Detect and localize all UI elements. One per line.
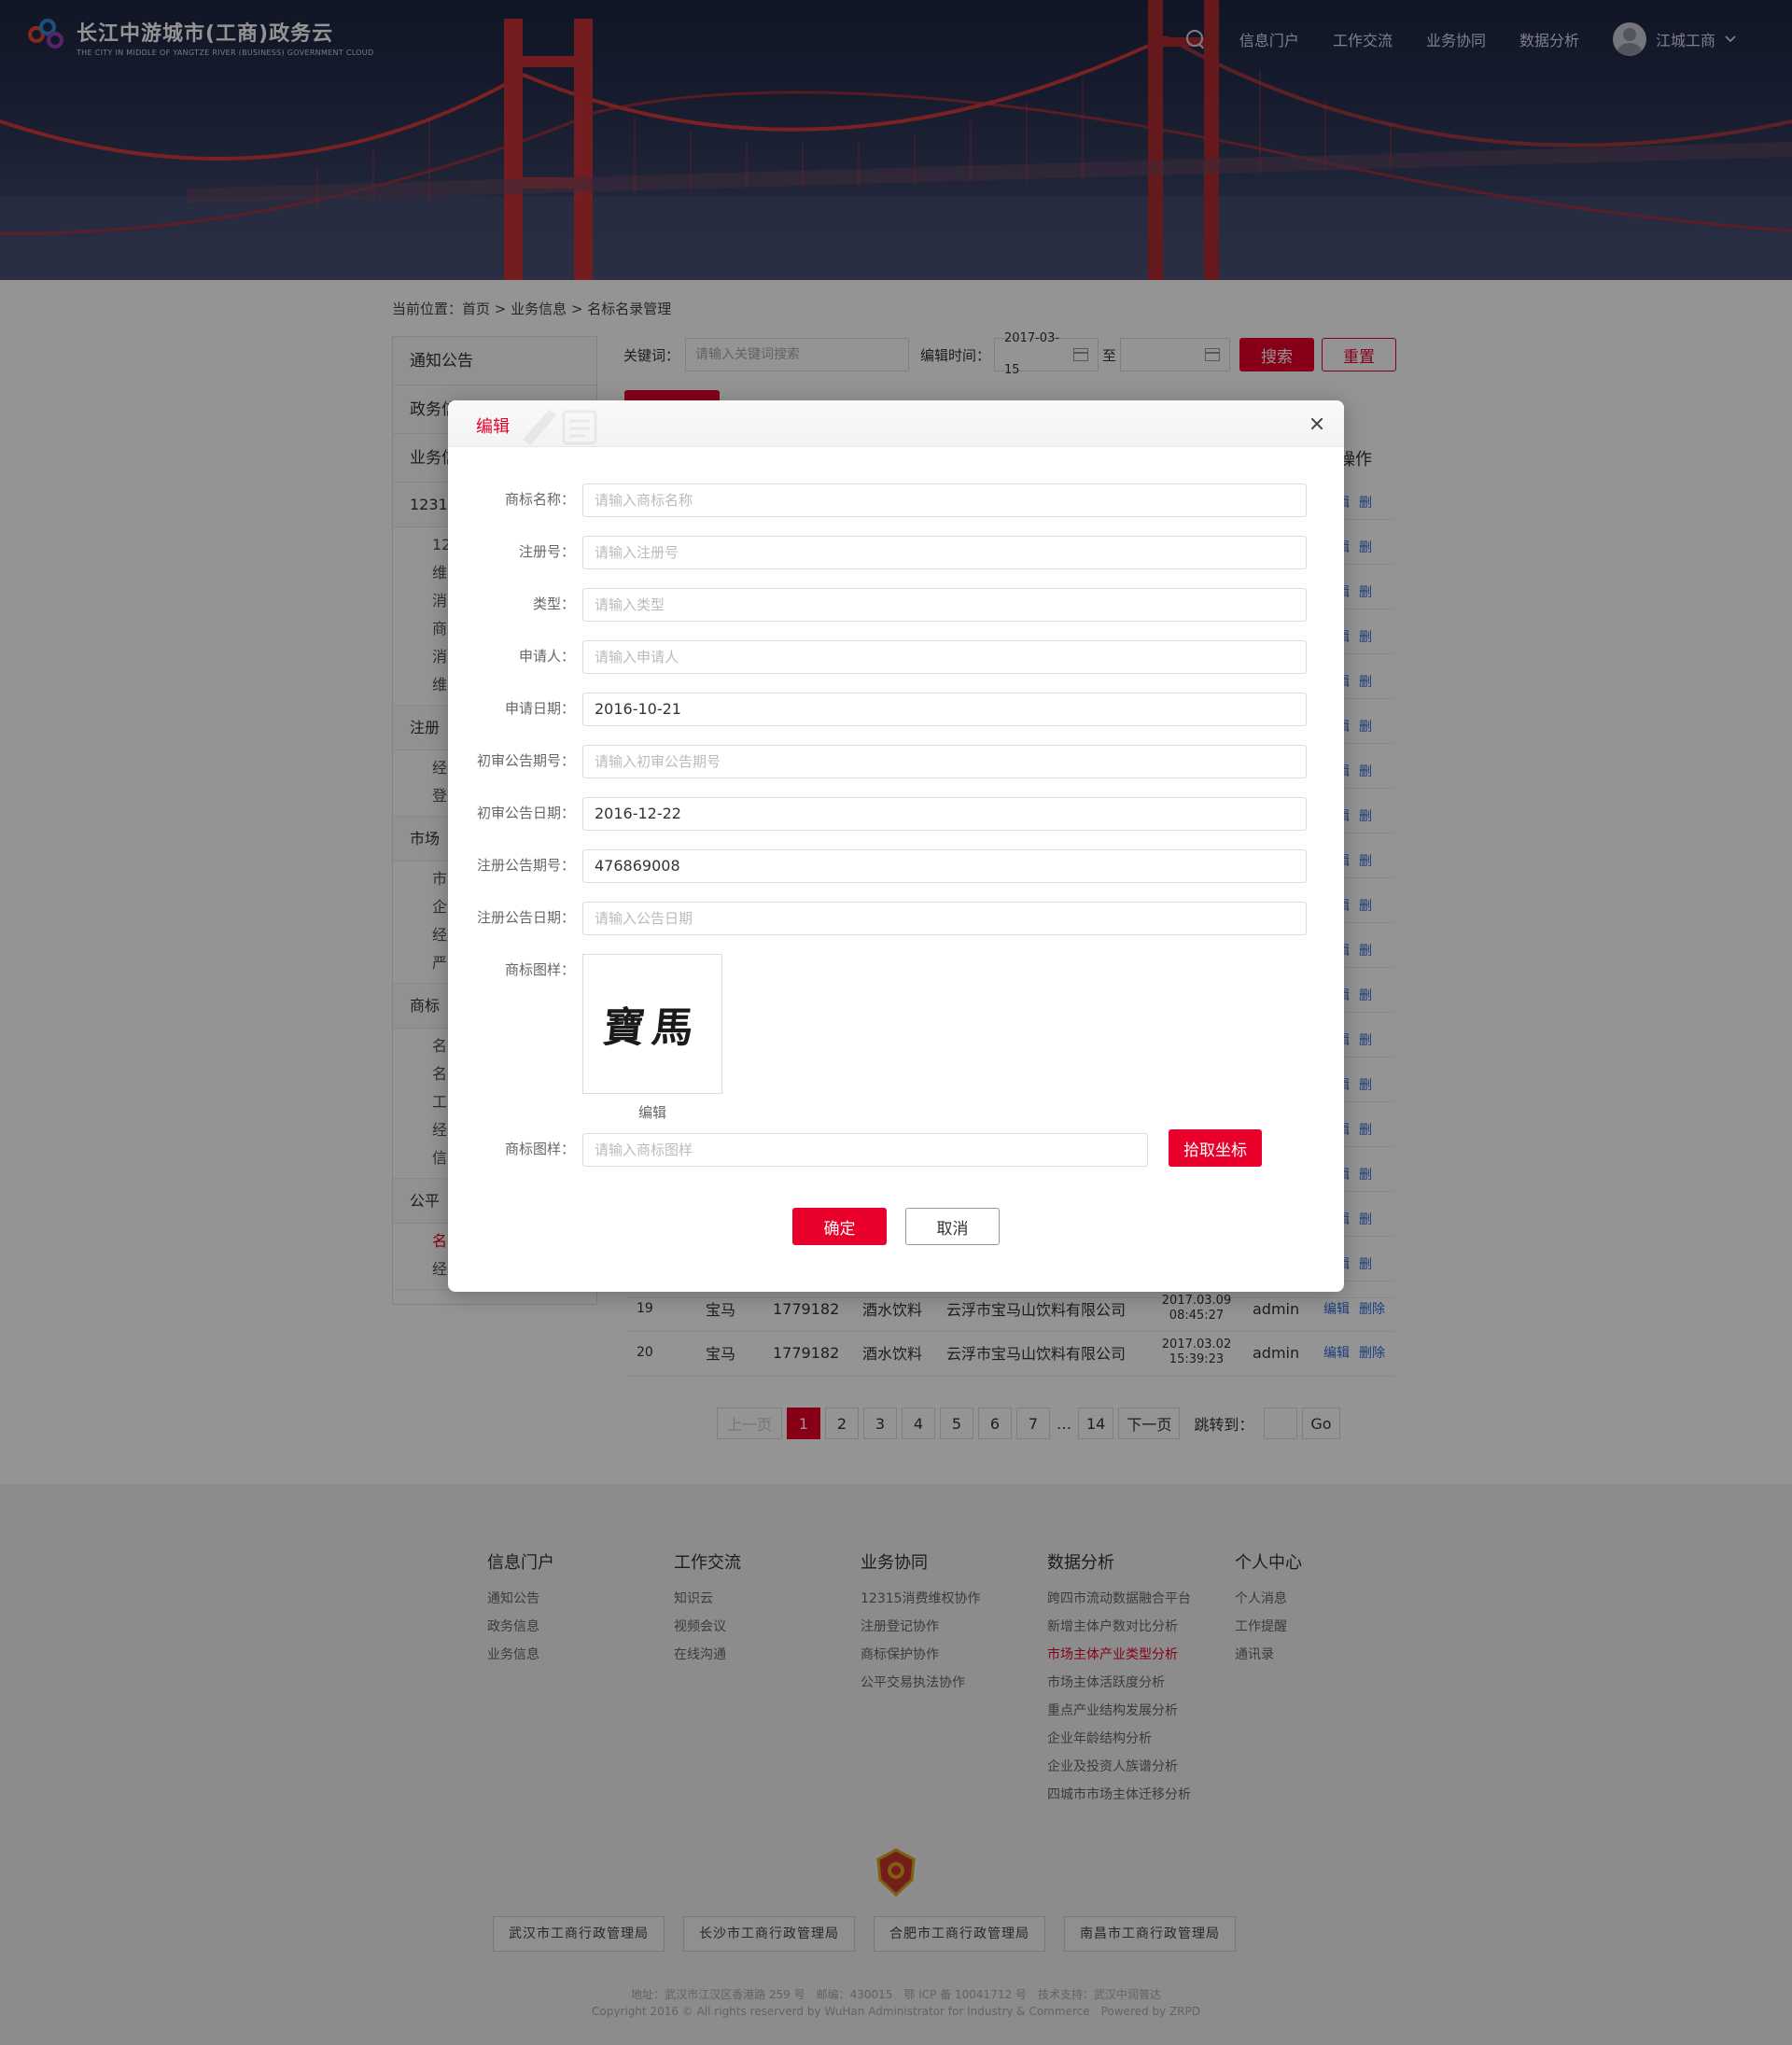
form-row-applicant: 申请人： 请输入申请人 (448, 638, 1344, 674)
trademark-name-input[interactable]: 请输入商标名称 (582, 483, 1307, 517)
field-label: 商标图样： (504, 1141, 575, 1157)
reg-no-input[interactable]: 请输入注册号 (582, 536, 1307, 569)
field-label: 初审公告日期： (476, 805, 575, 821)
cancel-button[interactable]: 取消 (905, 1208, 1000, 1245)
field-label: 注册号： (518, 543, 575, 560)
field-label: 申请日期： (504, 700, 575, 717)
prelim-date-input[interactable]: 2016-12-22 (582, 797, 1307, 831)
apply-date-input[interactable]: 2016-10-21 (582, 693, 1307, 726)
prelim-issue-input[interactable]: 请输入初审公告期号 (582, 745, 1307, 778)
form-row-reg-no: 注册号： 请输入注册号 (448, 534, 1344, 569)
field-label: 商标名称： (504, 491, 575, 508)
field-label: 注册公告期号： (476, 857, 575, 874)
form-row-prelim-issue: 初审公告期号： 请输入初审公告期号 (448, 743, 1344, 778)
field-label: 申请人： (518, 648, 575, 665)
image-edit-link[interactable]: 编辑 (582, 1102, 722, 1122)
form-row-trademark-name: 商标名称： 请输入商标名称 (448, 482, 1344, 517)
confirm-button[interactable]: 确定 (792, 1208, 887, 1245)
pencil-document-icon (523, 410, 597, 445)
dialog-title: 编辑 (476, 417, 510, 437)
image-input[interactable]: 请输入商标图样 (582, 1133, 1148, 1167)
trademark-image-preview[interactable]: 寶馬 (582, 954, 722, 1094)
type-input[interactable]: 请输入类型 (582, 588, 1307, 622)
pick-coordinate-button[interactable]: 拾取坐标 (1169, 1129, 1262, 1167)
reg-date-input[interactable]: 请输入公告日期 (582, 902, 1307, 935)
dialog-header: 编辑 (448, 400, 1344, 447)
applicant-input[interactable]: 请输入申请人 (582, 640, 1307, 674)
form-row-reg-issue: 注册公告期号： 476869008 (448, 847, 1344, 883)
form-row-prelim-date: 初审公告日期： 2016-12-22 (448, 795, 1344, 831)
form-row-type: 类型： 请输入类型 (448, 586, 1344, 622)
field-label: 初审公告期号： (476, 752, 575, 769)
close-icon[interactable] (1305, 412, 1329, 436)
edit-dialog: 编辑 商标名称： 请输入商标名称 注册号： 请输入注册号 类型： 请输入类型 申… (448, 400, 1344, 1292)
trademark-image-glyph: 寶馬 (600, 1004, 704, 1052)
field-label: 商标图样： (504, 961, 575, 978)
field-label: 类型： (532, 595, 575, 612)
form-row-apply-date: 申请日期： 2016-10-21 (448, 691, 1344, 726)
reg-issue-input[interactable]: 476869008 (582, 849, 1307, 883)
field-label: 注册公告日期： (476, 909, 575, 926)
form-row-reg-date: 注册公告日期： 请输入公告日期 (448, 900, 1344, 935)
